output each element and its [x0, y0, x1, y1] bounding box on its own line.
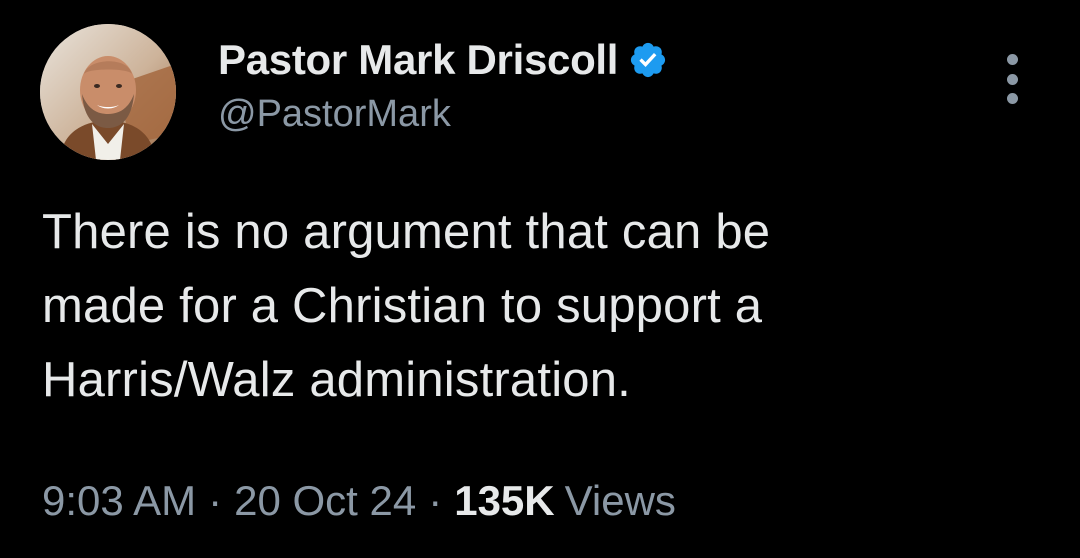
verified-badge-icon: [628, 40, 668, 80]
more-dot: [1006, 93, 1018, 104]
views-count: 135K: [454, 477, 555, 524]
more-dot: [1006, 54, 1018, 65]
meta-separator: ·: [208, 477, 223, 524]
author-name-row: Pastor Mark Driscoll: [218, 34, 668, 86]
tweet-date[interactable]: 20 Oct 24: [234, 477, 416, 525]
tweet-text-line: made for a Christian to support a: [42, 279, 763, 333]
tweet-card: Pastor Mark Driscoll @PastorMark There i…: [0, 0, 1080, 558]
more-options-icon[interactable]: [994, 54, 1030, 104]
display-name[interactable]: Pastor Mark Driscoll: [218, 36, 618, 84]
more-dot: [1006, 73, 1018, 85]
tweet-text: There is no argument that can be made fo…: [42, 195, 1042, 417]
views-label: Views: [564, 477, 676, 524]
avatar-photo: [40, 24, 176, 160]
avatar[interactable]: [40, 24, 176, 160]
tweet-text-line: There is no argument that can be: [42, 205, 771, 259]
user-handle[interactable]: @PastorMark: [218, 93, 451, 136]
tweet-text-line: Harris/Walz administration.: [42, 353, 631, 407]
tweet-metadata: 9:03 AM · 20 Oct 24 · 135K Views: [42, 473, 676, 529]
meta-separator: ·: [428, 477, 443, 524]
tweet-time[interactable]: 9:03 AM: [42, 477, 196, 525]
